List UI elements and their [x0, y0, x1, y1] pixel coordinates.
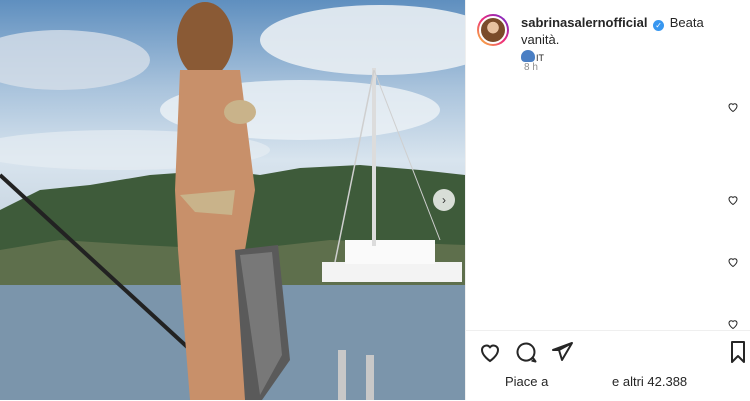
post-header: sabrinasalernofficial ✓ Beata vanità. IT — [477, 14, 741, 67]
photo-scene — [0, 2, 465, 400]
share-icon[interactable] — [550, 340, 574, 364]
username-link[interactable]: sabrinasalernofficial — [521, 15, 647, 30]
heart-icon[interactable] — [727, 194, 739, 206]
like-heart-icon[interactable] — [478, 340, 502, 364]
likes-count-link[interactable]: e altri 42.388 — [612, 374, 687, 389]
verified-badge-icon: ✓ — [653, 20, 665, 31]
chevron-right-icon: › — [442, 193, 446, 207]
next-image-button[interactable]: › — [433, 189, 455, 211]
avatar[interactable] — [477, 14, 509, 46]
comment-icon[interactable] — [514, 340, 538, 364]
avatar-image — [479, 16, 507, 44]
likes-prefix: Piace a — [505, 374, 549, 389]
caption: sabrinasalernofficial ✓ Beata vanità. IT — [521, 14, 741, 67]
post-timestamp[interactable]: 8 h — [524, 62, 538, 73]
heart-icon[interactable] — [727, 256, 739, 268]
instagram-post: › sabrinasalernofficial ✓ Beata vanità. … — [0, 0, 750, 400]
heart-icon[interactable] — [727, 101, 739, 113]
action-bar — [465, 330, 750, 401]
heart-icon[interactable] — [727, 318, 739, 330]
bookmark-icon[interactable] — [726, 340, 750, 364]
emoji-icon — [521, 50, 535, 62]
post-image[interactable]: › — [0, 0, 465, 400]
